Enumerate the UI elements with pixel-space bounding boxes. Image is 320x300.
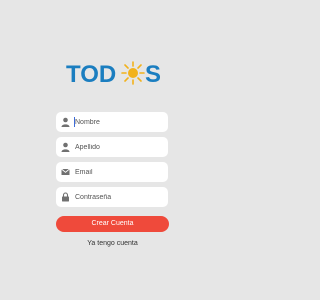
ya-tengo-cuenta-link[interactable]: Ya tengo cuenta: [56, 238, 169, 250]
lock-icon: [61, 192, 70, 202]
person-icon: [61, 142, 70, 152]
person-icon: [61, 117, 70, 127]
email-input[interactable]: [75, 162, 163, 182]
svg-text:TOD: TOD: [66, 61, 116, 86]
svg-text:S: S: [145, 61, 160, 86]
contrasena-input[interactable]: [75, 187, 163, 207]
crear-cuenta-button[interactable]: Crear Cuenta: [56, 216, 169, 232]
todos-logo: TOD S: [66, 61, 160, 86]
sun-icon: [121, 61, 145, 85]
apellido-field[interactable]: [56, 137, 168, 157]
contrasena-field[interactable]: [56, 187, 168, 207]
nombre-input[interactable]: [75, 112, 163, 132]
nombre-field[interactable]: [56, 112, 168, 132]
logo-lettering: TOD S: [66, 61, 160, 86]
email-field[interactable]: [56, 162, 168, 182]
apellido-input[interactable]: [75, 137, 163, 157]
envelope-icon: [61, 167, 70, 177]
